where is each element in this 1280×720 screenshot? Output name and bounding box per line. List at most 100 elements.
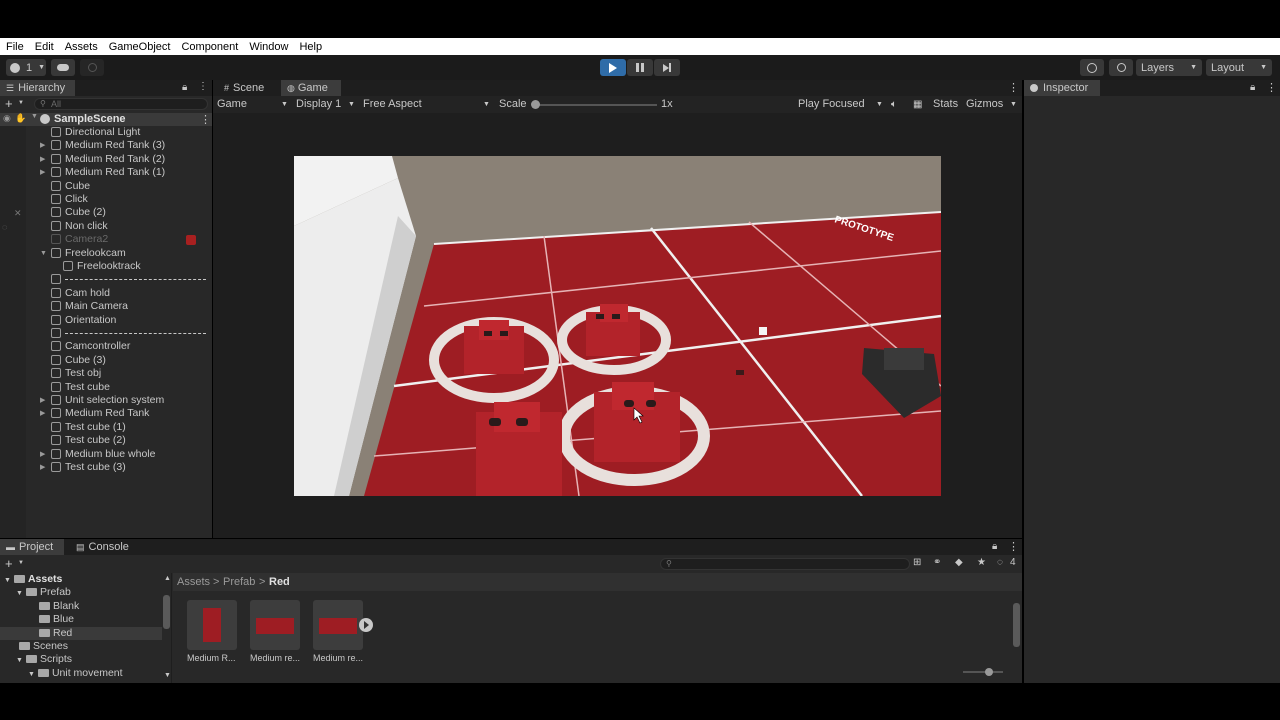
breadcrumb-prefab[interactable]: Prefab: [223, 576, 255, 588]
expand-arrow-icon[interactable]: ▼: [28, 671, 35, 678]
hierarchy-separator[interactable]: [0, 273, 212, 286]
hierarchy-item[interactable]: Test cube (2): [0, 434, 212, 447]
game-viewport[interactable]: PROTOTYPE: [294, 156, 941, 496]
gizmos-button[interactable]: Gizmos: [966, 96, 1003, 113]
cloud-button[interactable]: [51, 59, 75, 76]
hierarchy-item[interactable]: Test cube: [0, 381, 212, 394]
hierarchy-item[interactable]: ▶ Test cube (3): [0, 461, 212, 474]
add-icon[interactable]: +: [5, 96, 13, 111]
collab-button[interactable]: [80, 59, 104, 76]
hierarchy-item[interactable]: Freelooktrack: [0, 260, 212, 273]
hierarchy-item[interactable]: Main Camera: [0, 300, 212, 313]
favorite-star-icon[interactable]: ★: [977, 557, 986, 568]
project-tree-item[interactable]: ▼ Scripts: [0, 653, 162, 666]
asset-thumbnail[interactable]: [250, 600, 300, 650]
lock-icon[interactable]: 🔒︎: [992, 541, 997, 552]
tab-scene[interactable]: # Scene: [218, 80, 270, 96]
hierarchy-item[interactable]: Non click: [0, 220, 212, 233]
play-button[interactable]: [600, 59, 626, 76]
hierarchy-item[interactable]: Cube (3): [0, 354, 212, 367]
hierarchy-item[interactable]: ▼ Freelookcam: [0, 247, 212, 260]
hierarchy-item[interactable]: ▶ Unit selection system: [0, 394, 212, 407]
project-tree-item[interactable]: ▼ Unit movement: [0, 667, 162, 680]
menu-edit[interactable]: Edit: [35, 41, 54, 53]
scale-slider-track[interactable]: [535, 104, 657, 106]
expand-arrow-icon[interactable]: ▶: [40, 166, 48, 179]
tree-scrollbar[interactable]: [163, 595, 170, 629]
history-button[interactable]: [1080, 59, 1104, 76]
expand-arrow-icon[interactable]: ▶: [40, 407, 48, 420]
expand-arrow-icon[interactable]: ▼: [40, 247, 48, 260]
expand-arrow-icon[interactable]: ▼: [31, 113, 38, 120]
scroll-down-icon[interactable]: ▼: [164, 672, 171, 679]
scene-row[interactable]: ◉ ✋ ▼ SampleScene ⋮: [0, 113, 212, 126]
kebab-menu-icon[interactable]: ⋮: [1008, 540, 1019, 553]
grid-icon[interactable]: ▦: [913, 96, 922, 113]
kebab-menu-icon[interactable]: ⋮: [1266, 81, 1277, 94]
project-search-input[interactable]: ⚲: [660, 558, 910, 570]
search-button[interactable]: [1109, 59, 1133, 76]
tab-project[interactable]: ▬ Project: [0, 539, 64, 555]
hierarchy-item[interactable]: Test cube (1): [0, 421, 212, 434]
hierarchy-item[interactable]: ▶ Medium Red Tank (2): [0, 153, 212, 166]
project-tree-item[interactable]: Scenes: [0, 640, 162, 653]
chevron-down-icon[interactable]: ▼: [18, 100, 24, 106]
asset-scrollbar[interactable]: [1013, 603, 1020, 647]
kebab-menu-icon[interactable]: ⋮: [200, 113, 211, 126]
breadcrumb-red[interactable]: Red: [269, 576, 290, 588]
project-tree-item[interactable]: ▼ Prefab: [0, 586, 162, 599]
hierarchy-search-input[interactable]: ⚲ All: [34, 98, 208, 110]
hierarchy-item[interactable]: Cube: [0, 180, 212, 193]
hierarchy-item[interactable]: ▶ Medium Red Tank (1): [0, 166, 212, 179]
tab-console[interactable]: ▤ Console: [70, 539, 135, 555]
hierarchy-item[interactable]: ▶ Medium Red Tank: [0, 407, 212, 420]
expand-arrow-icon[interactable]: ▶: [40, 461, 48, 474]
account-button[interactable]: 1 ▼: [6, 59, 46, 76]
expand-arrow-icon[interactable]: ▼: [16, 590, 23, 597]
project-tree-item[interactable]: Red: [0, 626, 162, 640]
menu-file[interactable]: File: [6, 41, 24, 53]
chevron-down-icon[interactable]: ▼: [18, 560, 24, 566]
tab-hierarchy[interactable]: ☰ Hierarchy: [0, 80, 75, 96]
menu-assets[interactable]: Assets: [65, 41, 98, 53]
hierarchy-item[interactable]: Cube (2): [0, 206, 212, 219]
step-button[interactable]: [654, 59, 680, 76]
stats-button[interactable]: Stats: [933, 96, 958, 113]
label-icon[interactable]: ◆: [955, 557, 963, 568]
display-dropdown[interactable]: Display 1 ▼: [296, 96, 358, 113]
expand-prefab-icon[interactable]: [359, 618, 373, 632]
pause-button[interactable]: [627, 59, 653, 76]
expand-arrow-icon[interactable]: ▼: [16, 657, 23, 664]
hierarchy-item[interactable]: Cam hold: [0, 287, 212, 300]
icon-size-handle[interactable]: [985, 668, 993, 676]
mute-audio-icon[interactable]: 🔈︎: [891, 96, 897, 113]
layers-dropdown[interactable]: Layers ▼: [1136, 59, 1202, 76]
layout-dropdown[interactable]: Layout ▼: [1206, 59, 1272, 76]
lock-icon[interactable]: 🔒︎: [182, 82, 187, 93]
hidden-packages-icon[interactable]: ◌: [997, 557, 1003, 568]
tab-inspector[interactable]: Inspector: [1024, 80, 1100, 96]
icon-size-slider[interactable]: [963, 671, 1003, 673]
chevron-down-icon[interactable]: ▼: [1010, 96, 1017, 113]
breadcrumb-assets[interactable]: Assets: [177, 576, 210, 588]
project-tree-item[interactable]: Blank: [0, 600, 162, 613]
project-tree-item[interactable]: ▼ Assets: [0, 573, 162, 586]
tab-game[interactable]: ◍ Game: [281, 80, 341, 96]
lock-icon[interactable]: 🔒︎: [1250, 82, 1255, 93]
filter-icon[interactable]: ⚭: [933, 557, 941, 568]
pick-icon[interactable]: ✋: [15, 113, 26, 124]
asset-thumbnail[interactable]: [313, 600, 363, 650]
test-cube[interactable]: [759, 327, 767, 335]
menu-component[interactable]: Component: [181, 41, 238, 53]
kebab-menu-icon[interactable]: ⋮: [198, 81, 208, 92]
menu-window[interactable]: Window: [249, 41, 288, 53]
hierarchy-item[interactable]: Directional Light: [0, 126, 212, 139]
aspect-dropdown[interactable]: Free Aspect ▼: [363, 96, 491, 113]
hierarchy-item[interactable]: Test obj: [0, 367, 212, 380]
expand-arrow-icon[interactable]: ▶: [40, 448, 48, 461]
expand-arrow-icon[interactable]: ▶: [40, 153, 48, 166]
add-icon[interactable]: +: [5, 556, 13, 571]
hierarchy-item[interactable]: ▶ Medium blue whole: [0, 448, 212, 461]
play-focus-dropdown[interactable]: Play Focused ▼: [798, 96, 884, 113]
hierarchy-item[interactable]: ▶ Medium Red Tank (3): [0, 139, 212, 152]
